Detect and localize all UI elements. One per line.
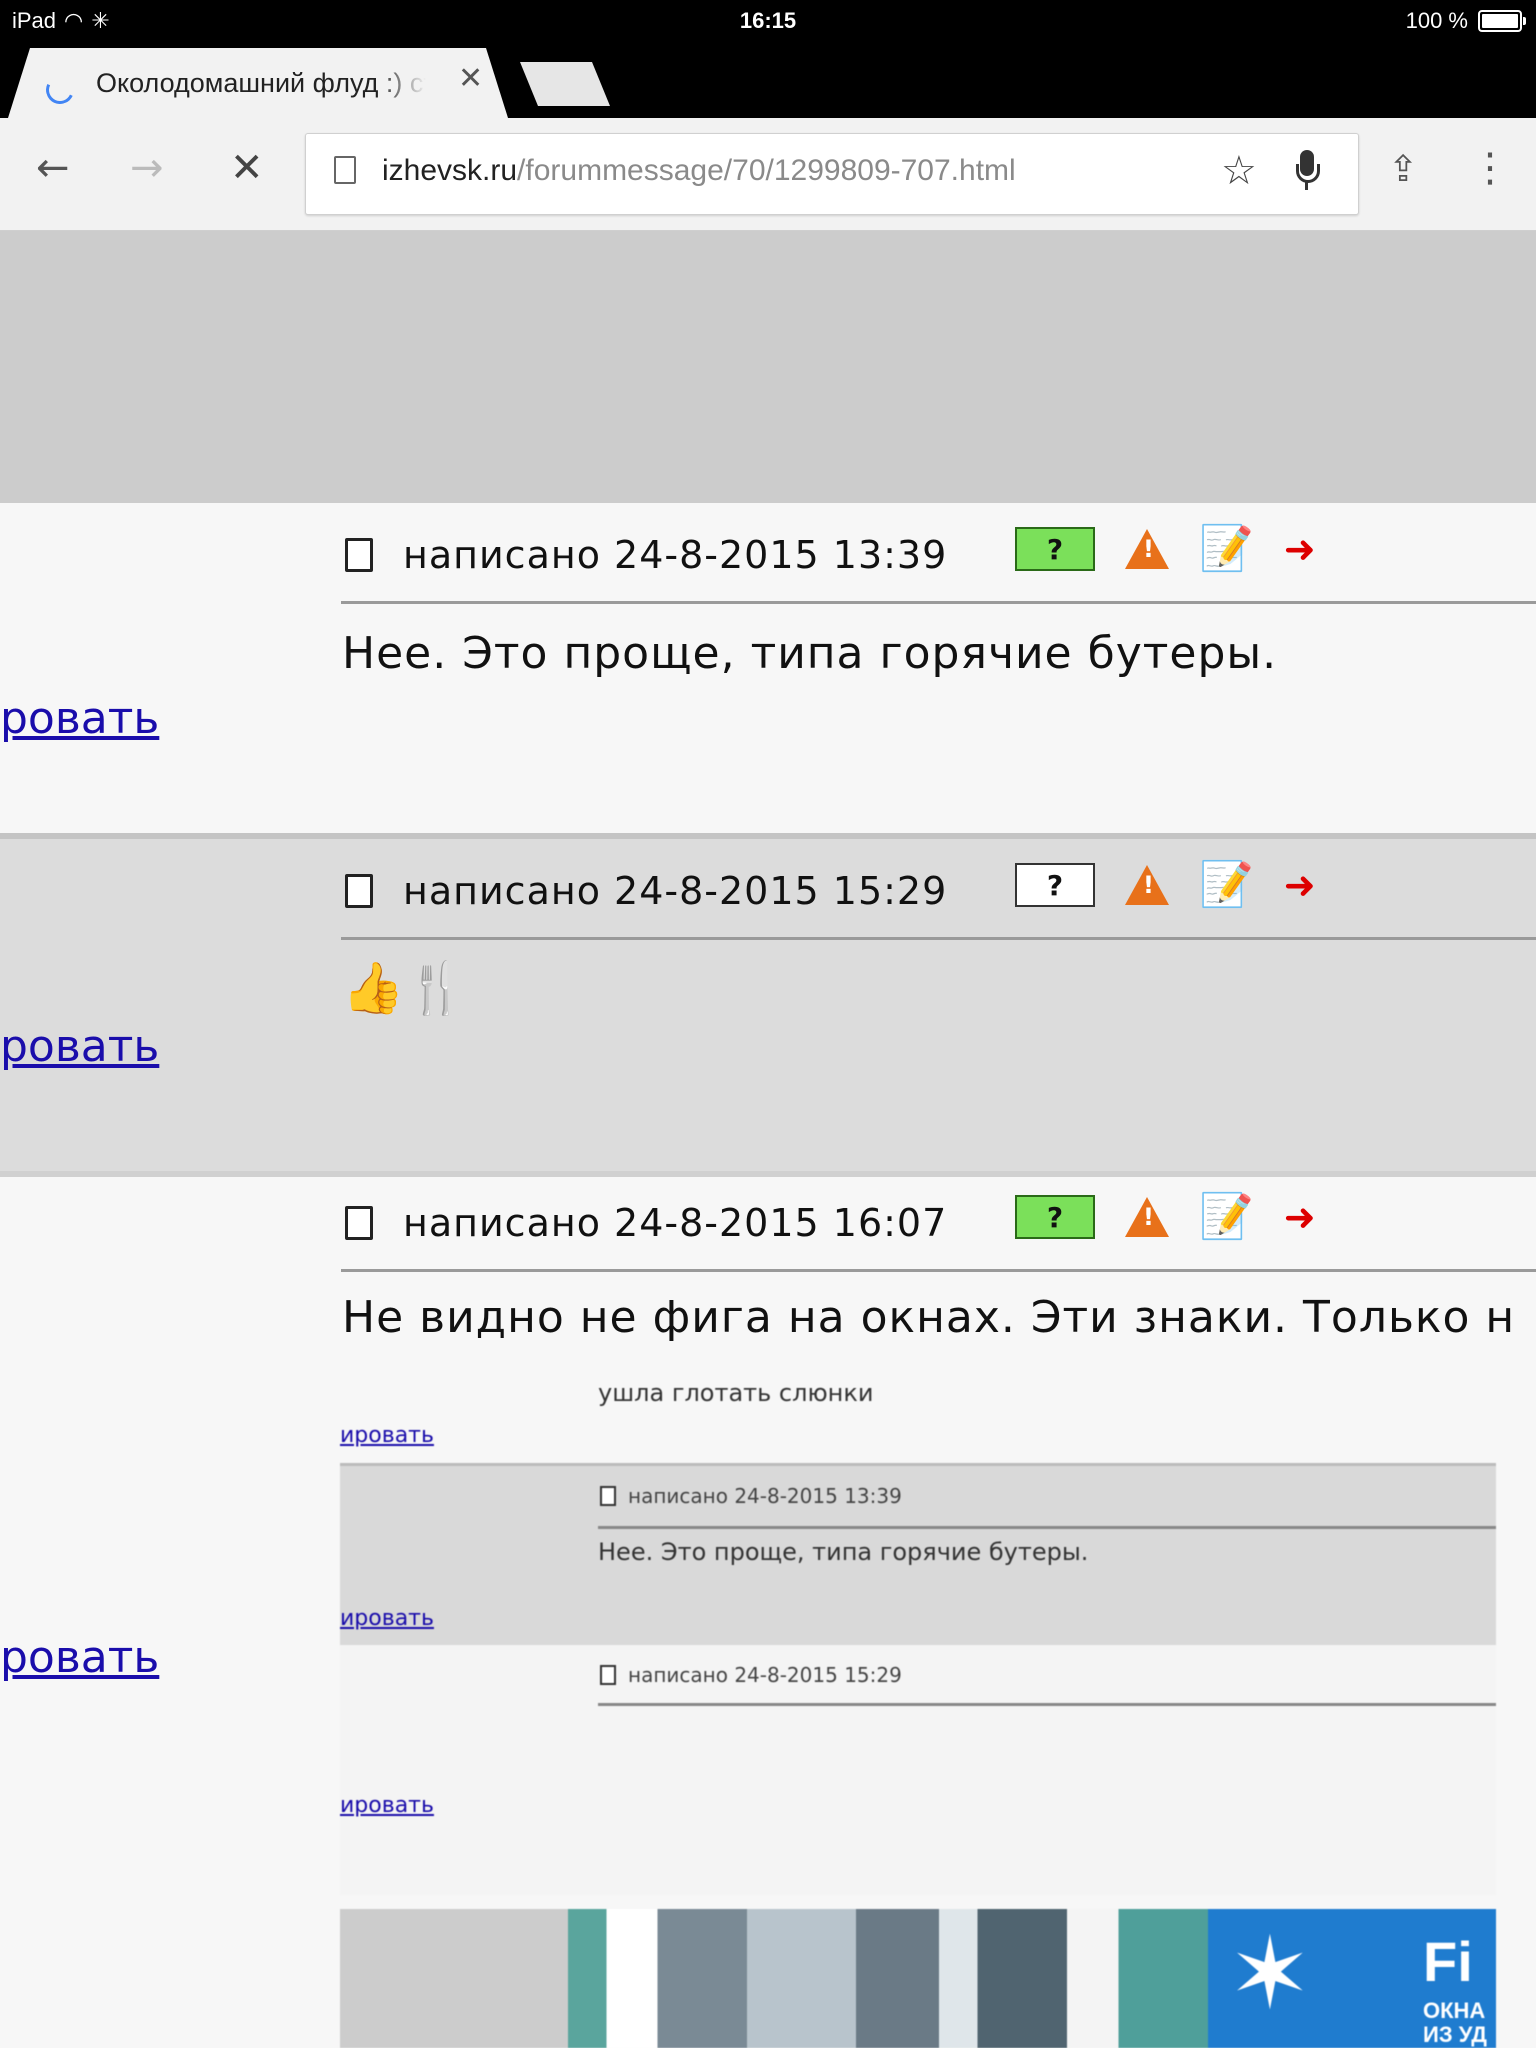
url-path: /forummessage/70/1299809-707.html bbox=[517, 154, 1016, 187]
browser-toolbar: ← → ✕ izhevsk.ru/forummessage/70/1299809… bbox=[0, 118, 1536, 232]
reply-arrow-icon[interactable]: ➜ bbox=[1284, 866, 1316, 904]
warning-icon[interactable]: ! bbox=[1125, 529, 1169, 569]
side-link-quote[interactable]: ровать bbox=[0, 1632, 159, 1683]
warning-icon[interactable]: ! bbox=[1125, 865, 1169, 905]
post-divider bbox=[341, 937, 1536, 940]
url-text[interactable]: izhevsk.ru/forummessage/70/1299809-707.h… bbox=[382, 154, 1016, 188]
embed-post: написано 24-8-2015 15:29 ировать bbox=[340, 1645, 1496, 1895]
page-content: написано 24-8-2015 13:39 ? ! 📝 ➜ Нее. Эт… bbox=[0, 231, 1536, 2048]
overflow-menu-icon[interactable]: ⋮ bbox=[1470, 148, 1510, 188]
side-link-quote[interactable]: ровать bbox=[0, 693, 159, 744]
embed-date: написано 24-8-2015 15:29 bbox=[628, 1663, 902, 1687]
post-emoji-text: 👍🍴 bbox=[342, 959, 469, 1017]
ios-status-bar: iPad ◠ ✳ 16:15 100 % bbox=[0, 0, 1536, 42]
embed-advert-brand: ✶ Fi ОКНА ИЗ УД bbox=[1208, 1909, 1496, 2048]
embed-text: Нее. Это проще, типа горячие бутеры. bbox=[598, 1538, 1089, 1566]
tab-strip: Околодомашний флуд :) ст ✕ bbox=[0, 42, 1536, 118]
embed-doc-icon bbox=[600, 1486, 616, 1506]
tab-close-icon[interactable]: ✕ bbox=[458, 64, 483, 94]
reply-arrow-icon[interactable]: ➜ bbox=[1284, 530, 1316, 568]
forum-post: написано 24-8-2015 15:29 ? ! 📝 ➜ 👍🍴 рова… bbox=[0, 833, 1536, 1177]
tab-active[interactable]: Околодомашний флуд :) ст ✕ bbox=[8, 48, 508, 118]
embed-divider bbox=[598, 1703, 1496, 1706]
post-divider bbox=[341, 1269, 1536, 1272]
edit-pencil-icon[interactable]: 📝 bbox=[1199, 1195, 1254, 1239]
clock: 16:15 bbox=[739, 8, 797, 33]
post-text: Нее. Это проще, типа горячие бутеры. bbox=[342, 628, 1278, 679]
post-date: написано 24-8-2015 16:07 bbox=[403, 1201, 948, 1245]
forum-post: написано 24-8-2015 13:39 ? ! 📝 ➜ Нее. Эт… bbox=[0, 503, 1536, 833]
embed-doc-icon bbox=[600, 1665, 616, 1685]
post-date: написано 24-8-2015 15:29 bbox=[403, 869, 948, 913]
post-divider bbox=[341, 601, 1536, 604]
embed-post: написано 24-8-2015 13:39 Нее. Это проще,… bbox=[340, 1463, 1496, 1648]
embed-advert-subtitle: ОКНА ИЗ УД bbox=[1423, 1998, 1487, 2048]
embed-advert-title: Fi bbox=[1423, 1930, 1473, 1993]
top-banner-area bbox=[0, 231, 1536, 503]
address-bar[interactable]: izhevsk.ru/forummessage/70/1299809-707.h… bbox=[305, 133, 1359, 215]
embedded-screenshot-image: ушла глотать слюнки ировать написано 24-… bbox=[340, 1379, 1496, 2048]
rate-question-icon[interactable]: ? bbox=[1015, 1195, 1095, 1239]
embed-date: написано 24-8-2015 13:39 bbox=[628, 1484, 902, 1508]
reply-arrow-icon[interactable]: ➜ bbox=[1284, 1198, 1316, 1236]
embed-advert: ✶ Fi ОКНА ИЗ УД bbox=[340, 1909, 1496, 2048]
post-date: написано 24-8-2015 13:39 bbox=[403, 533, 948, 577]
share-icon[interactable]: ⇪ bbox=[1388, 152, 1418, 188]
post-document-icon[interactable] bbox=[345, 874, 373, 908]
microphone-icon[interactable] bbox=[1296, 150, 1320, 196]
new-tab-button[interactable] bbox=[520, 62, 610, 106]
side-link-quote[interactable]: ровать bbox=[0, 1021, 159, 1072]
post-document-icon[interactable] bbox=[345, 538, 373, 572]
url-host: izhevsk.ru bbox=[382, 154, 518, 187]
embed-line: ушла глотать слюнки bbox=[598, 1379, 874, 1407]
edit-pencil-icon[interactable]: 📝 bbox=[1199, 863, 1254, 907]
rate-question-icon[interactable]: ? bbox=[1015, 527, 1095, 571]
embed-link: ировать bbox=[340, 1793, 434, 1818]
rate-question-icon[interactable]: ? bbox=[1015, 863, 1095, 907]
post-text: Не видно не фига на окнах. Эти знаки. То… bbox=[342, 1292, 1516, 1343]
deer-logo-icon: ✶ bbox=[1228, 1915, 1312, 2032]
embed-link: ировать bbox=[340, 1423, 434, 1448]
forward-arrow-icon[interactable]: → bbox=[130, 148, 164, 188]
warning-icon[interactable]: ! bbox=[1125, 1197, 1169, 1237]
battery-icon bbox=[1478, 10, 1526, 32]
embed-divider bbox=[598, 1526, 1496, 1529]
loading-spinner-icon bbox=[42, 72, 78, 108]
embed-advert-window-photo bbox=[568, 1909, 1208, 2048]
stop-loading-icon[interactable]: ✕ bbox=[230, 148, 264, 188]
edit-pencil-icon[interactable]: 📝 bbox=[1199, 527, 1254, 571]
post-document-icon[interactable] bbox=[345, 1206, 373, 1240]
back-arrow-icon[interactable]: ← bbox=[36, 148, 70, 188]
bookmark-star-icon[interactable]: ☆ bbox=[1221, 148, 1257, 194]
tab-title: Околодомашний флуд :) ст bbox=[96, 68, 426, 98]
page-icon bbox=[334, 156, 356, 184]
embed-link: ировать bbox=[340, 1606, 434, 1631]
battery-percent: 100 % bbox=[1405, 8, 1468, 33]
